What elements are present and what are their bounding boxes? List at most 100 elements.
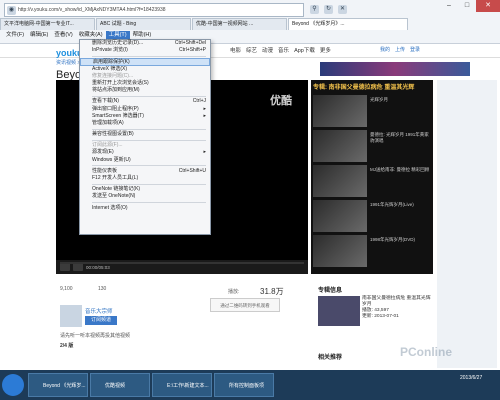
album-thumb-5[interactable] (313, 235, 367, 267)
tools-menu-item[interactable]: 源发现(E) ▸ (80, 149, 210, 156)
menu-3[interactable]: 查看(V) (51, 31, 75, 40)
dislike-count[interactable]: 130 (98, 286, 106, 292)
tools-menu-item[interactable]: ActiveX 筛选(X) (80, 66, 210, 73)
nav-right-2[interactable]: 上传 (395, 46, 405, 53)
menu-bar: 文件(F) 编辑(E) 查看(V) 收藏夹(A) 工具(T) 帮助(H) (0, 30, 500, 40)
tab-3[interactable]: 优酷-中国第一视频网站 ... (192, 18, 287, 30)
tab-strip: 文平洋电脑网-中国第一专业IT... ABC 试题 - Bing 优酷-中国第一视频… (0, 18, 500, 30)
clock: 2013/6/27 (460, 375, 483, 381)
nav-link-5[interactable]: App下载 (294, 46, 315, 54)
album-item-5[interactable]: 1998年光辉岁月(DVD) (370, 237, 430, 243)
menu-separator (92, 202, 206, 204)
play-icon[interactable] (60, 263, 70, 271)
tab-4[interactable]: Beyond 《光辉岁月》... (288, 18, 408, 30)
ad-column[interactable] (437, 80, 497, 368)
tools-menu-item-shortcut: Ctrl+Shift+P (179, 47, 206, 54)
tab-2[interactable]: ABC 试题 - Bing (96, 18, 191, 30)
menu-2[interactable]: 编辑(E) (27, 31, 51, 40)
tools-menu-item-shortcut: Ctrl+Shift+Del (174, 40, 206, 46)
tools-menu-item-label: 兼容性视图设置(B) (92, 131, 134, 138)
taskbar-item-3[interactable]: E:\工作\新建文本... (152, 373, 212, 397)
next-icon[interactable] (73, 263, 83, 271)
tools-menu-item-label: SmartScreen 筛选器(T) (92, 112, 144, 119)
album-item-1[interactable]: 光辉岁月 (370, 97, 430, 103)
refresh-icon[interactable]: ↻ (324, 4, 333, 14)
tools-menu-item[interactable]: SmartScreen 筛选器(T) ▸ (80, 113, 210, 120)
time-display: 00:00/05:03 (86, 264, 110, 270)
tools-menu-item[interactable]: F12 开发人员工具(L) (80, 175, 210, 182)
album-heading: 专辑: 南非国父曼德拉病危 重温其光辉 (313, 85, 415, 91)
tools-menu-item[interactable]: Internet 选项(O) (80, 205, 210, 212)
tools-menu-item-label: 管理加载项(A) (92, 119, 124, 126)
tools-menu-item[interactable]: 启用跟踪保护(K) (80, 58, 210, 66)
tools-menu-item[interactable]: 弹出窗口阻止程序(P) ▸ (80, 106, 210, 113)
nav-right-1[interactable]: 我的 (380, 46, 390, 53)
address-text[interactable]: http://v.youku.com/v_show/id_XMjAxNDY3MT… (18, 7, 166, 13)
close-window-icon[interactable]: ✕ (476, 0, 500, 12)
album-item-4[interactable]: 1991年光辉岁月(Live) (370, 202, 430, 208)
channel-name[interactable]: 音乐大宗师 (85, 307, 113, 315)
nav-link-6[interactable]: 更多 (320, 46, 331, 54)
nav-right-3[interactable]: 登录 (410, 46, 420, 53)
tools-menu-item-label: Windows 更新(U) (92, 156, 131, 163)
tools-menu-item-label: 启用跟踪保护(K) (93, 59, 130, 66)
related-title: 相关推荐 (318, 355, 343, 361)
progress-bar[interactable] (60, 262, 304, 264)
tools-menu-item-shortcut: ▸ (203, 112, 206, 119)
minimize-icon[interactable]: – (440, 0, 458, 12)
tools-menu-item[interactable]: 将站点添加到应用(M) (80, 87, 210, 94)
maximize-icon[interactable]: □ (458, 0, 476, 12)
close-icon[interactable]: ✕ (338, 4, 347, 14)
taskbar-item-4[interactable]: 所有控制面板项 (214, 373, 274, 397)
album-item-2[interactable]: 曼德拉: 光辉岁月 1991年黄家驹演唱 (370, 132, 430, 144)
nav-link-2[interactable]: 综艺 (246, 46, 257, 54)
subscribe-button[interactable]: 订阅频道 (85, 316, 117, 325)
play-count-label: 播放: (228, 289, 240, 295)
menu-separator (92, 139, 206, 141)
nav-link-4[interactable]: 音乐 (278, 46, 289, 54)
album-thumb-3[interactable] (313, 165, 367, 197)
menu-separator (92, 165, 206, 167)
tools-menu-item-label: 弹出窗口阻止程序(P) (92, 105, 139, 112)
window-controls: – □ ✕ (430, 0, 500, 14)
tools-menu-item-shortcut: Ctrl+J (192, 98, 206, 105)
address-bar[interactable]: ◉ http://v.youku.com/v_show/id_XMjAxNDY3… (4, 3, 304, 17)
tools-menu-item[interactable]: InPrivate 浏览(I) Ctrl+Shift+P (80, 47, 210, 54)
panel-desc[interactable]: 南非国父曼德拉病危 重温其光辉岁月 (362, 296, 432, 308)
tools-menu-item-label: Internet 选项(O) (92, 204, 128, 211)
search-icon[interactable]: ⚲ (310, 4, 319, 14)
panel-time: 更新: 2013-07-01 (362, 314, 399, 319)
menu-1[interactable]: 文件(F) (3, 31, 27, 40)
avatar[interactable] (60, 305, 82, 327)
nav-link-3[interactable]: 动漫 (262, 46, 273, 54)
tools-menu-item-label: 查看下载(N) (92, 98, 119, 105)
tools-menu-item-label: InPrivate 浏览(I) (92, 47, 128, 54)
start-button[interactable] (2, 374, 24, 396)
tools-menu-item[interactable]: 查看下载(N) Ctrl+J (80, 98, 210, 105)
taskbar-item-1[interactable]: Beyond 《光辉岁... (28, 373, 88, 397)
player-watermark: 优酷 (270, 95, 292, 107)
tools-menu-item[interactable]: 性能仪表板 Ctrl+Shift+U (80, 168, 210, 175)
nav-link-1[interactable]: 电影 (230, 46, 241, 54)
menu-separator (92, 128, 206, 130)
tab-1[interactable]: 文平洋电脑网-中国第一专业IT... (0, 18, 95, 30)
like-count[interactable]: 9,100 (60, 286, 73, 292)
tools-menu-item-label: F12 开发人员工具(L) (92, 175, 139, 181)
taskbar-item-2[interactable]: 优酷视频 (90, 373, 150, 397)
tools-menu-item-label: 发送至 OneNote(N) (92, 193, 136, 200)
tools-menu-item-shortcut: ▸ (203, 105, 206, 112)
album-thumb-4[interactable] (313, 200, 367, 232)
menu-separator (92, 95, 206, 97)
tools-menu-item[interactable]: 管理加载项(A) (80, 120, 210, 127)
tools-menu-item[interactable]: 兼容性视图设置(B) (80, 131, 210, 138)
album-thumb-1[interactable] (313, 95, 367, 127)
panel-thumbnail[interactable] (318, 296, 360, 326)
tools-menu-item-shortcut: ▸ (203, 149, 206, 156)
tools-menu-item[interactable]: 发送至 OneNote(N) (80, 193, 210, 200)
tools-menu: 删除浏览历史记录(D)... Ctrl+Shift+Del InPrivate 浏览… (79, 39, 211, 235)
album-item-3[interactable]: MJ送给南非: 曼德拉 精彩回顾 (370, 167, 430, 173)
banner-ad[interactable] (320, 62, 470, 76)
album-thumb-2[interactable] (313, 130, 367, 162)
tools-menu-item-shortcut: Ctrl+Shift+U (178, 167, 206, 174)
tools-menu-item[interactable]: Windows 更新(U) (80, 157, 210, 164)
